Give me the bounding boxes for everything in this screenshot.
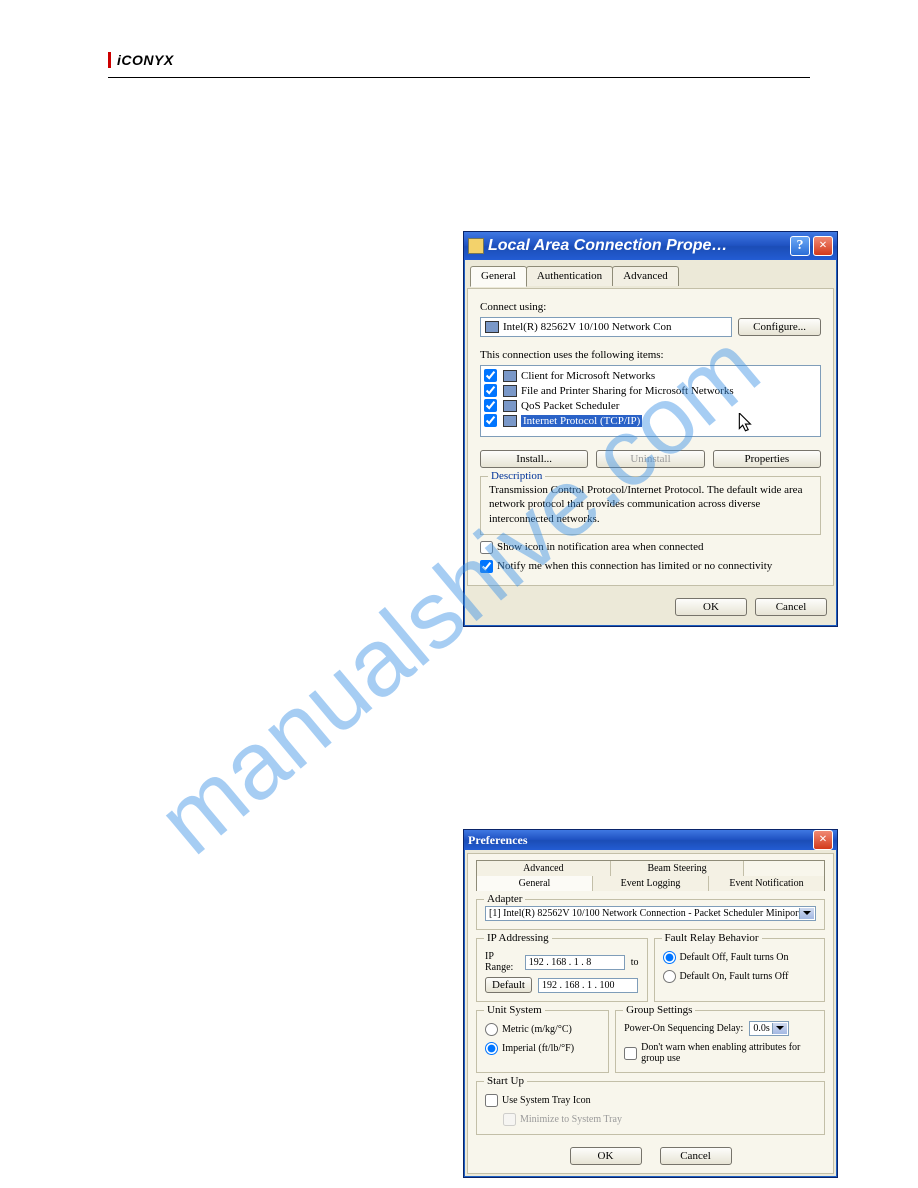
ip-range-input[interactable]: 192 . 168 . 1 . 8: [525, 955, 625, 970]
ok-button[interactable]: OK: [675, 598, 747, 616]
qos-icon: [503, 400, 517, 412]
network-icon: [468, 238, 484, 254]
tab-advanced[interactable]: Advanced: [477, 861, 611, 876]
tab-beam-steering[interactable]: Beam Steering: [611, 861, 745, 876]
item-label: QoS Packet Scheduler: [521, 400, 619, 412]
tray-check[interactable]: [485, 1094, 498, 1107]
tab-general[interactable]: General: [477, 876, 593, 891]
adapter-value: [1] Intel(R) 82562V 10/100 Network Conne…: [489, 908, 801, 919]
item-check[interactable]: [484, 414, 497, 427]
adapter-select[interactable]: [1] Intel(R) 82562V 10/100 Network Conne…: [485, 906, 816, 921]
imperial-label: Imperial (ft/lb/°F): [502, 1043, 574, 1054]
delay-label: Power-On Sequencing Delay:: [624, 1023, 743, 1034]
nic-icon: [485, 321, 499, 333]
fault-off-label: Default Off, Fault turns On: [680, 952, 789, 963]
unit-group: Unit System Metric (m/kg/°C) Imperial (f…: [476, 1010, 609, 1073]
fault-group: Fault Relay Behavior Default Off, Fault …: [654, 938, 826, 1002]
client-icon: [503, 370, 517, 382]
dont-warn-label: Don't warn when enabling attributes for …: [641, 1042, 816, 1064]
items-list[interactable]: Client for Microsoft Networks File and P…: [480, 365, 821, 437]
configure-button[interactable]: Configure...: [738, 318, 821, 336]
list-item[interactable]: QoS Packet Scheduler: [484, 398, 817, 413]
description-title: Description: [488, 470, 545, 482]
tab-advanced[interactable]: Advanced: [612, 266, 679, 286]
unit-title: Unit System: [484, 1004, 545, 1016]
imperial-radio[interactable]: [485, 1042, 498, 1055]
dont-warn-check[interactable]: [624, 1047, 637, 1060]
list-item[interactable]: Internet Protocol (TCP/IP): [484, 413, 817, 428]
item-check[interactable]: [484, 384, 497, 397]
cancel-button[interactable]: Cancel: [755, 598, 827, 616]
tab-authentication[interactable]: Authentication: [526, 266, 613, 286]
description-text: Transmission Control Protocol/Internet P…: [489, 483, 812, 526]
fault-title: Fault Relay Behavior: [662, 932, 762, 944]
logo: iCONYX: [108, 52, 174, 68]
list-item[interactable]: Client for Microsoft Networks: [484, 368, 817, 383]
cancel-button[interactable]: Cancel: [660, 1147, 732, 1165]
prefs-window: Preferences × Advanced Beam Steering Gen…: [463, 829, 838, 1178]
metric-radio[interactable]: [485, 1023, 498, 1036]
ok-button[interactable]: OK: [570, 1147, 642, 1165]
lac-title: Local Area Connection Prope…: [488, 237, 787, 255]
dropdown-icon[interactable]: [772, 1023, 787, 1034]
tab-event-logging[interactable]: Event Logging: [593, 876, 709, 891]
show-icon-check[interactable]: [480, 541, 493, 554]
fault-off-radio[interactable]: [663, 951, 676, 964]
description-group: Description Transmission Control Protoco…: [480, 476, 821, 535]
list-item[interactable]: File and Printer Sharing for Microsoft N…: [484, 383, 817, 398]
adapter-group: Adapter [1] Intel(R) 82562V 10/100 Netwo…: [476, 899, 825, 930]
install-button[interactable]: Install...: [480, 450, 588, 468]
prefs-body: Advanced Beam Steering General Event Log…: [467, 853, 834, 1174]
mouse-cursor-icon: [738, 413, 754, 433]
share-icon: [503, 385, 517, 397]
startup-group: Start Up Use System Tray Icon Minimize t…: [476, 1081, 825, 1135]
prefs-titlebar[interactable]: Preferences ×: [464, 830, 837, 850]
minimize-check: [503, 1113, 516, 1126]
prefs-tabs-row-front: General Event Logging Event Notification: [476, 876, 825, 891]
tcpip-icon: [503, 415, 517, 427]
close-button[interactable]: ×: [813, 236, 833, 256]
items-label: This connection uses the following items…: [480, 349, 821, 361]
item-check[interactable]: [484, 399, 497, 412]
item-label: File and Printer Sharing for Microsoft N…: [521, 385, 734, 397]
ip-title: IP Addressing: [484, 932, 552, 944]
delay-value: 0.0s: [753, 1023, 769, 1034]
properties-button[interactable]: Properties: [713, 450, 821, 468]
prefs-tabs-row-back: Advanced Beam Steering: [476, 860, 825, 876]
to-label: to: [631, 957, 639, 968]
ip-group: IP Addressing IP Range: 192 . 168 . 1 . …: [476, 938, 648, 1002]
close-button[interactable]: ×: [813, 830, 833, 850]
metric-label: Metric (m/kg/°C): [502, 1024, 572, 1035]
lac-tabs: General Authentication Advanced: [470, 266, 831, 286]
show-icon-label: Show icon in notification area when conn…: [497, 541, 704, 553]
adapter-name: Intel(R) 82562V 10/100 Network Con: [503, 321, 671, 333]
notify-check[interactable]: [480, 560, 493, 573]
lac-window: Local Area Connection Prope… ? × General…: [463, 231, 838, 627]
lac-titlebar[interactable]: Local Area Connection Prope… ? ×: [464, 232, 837, 260]
item-check[interactable]: [484, 369, 497, 382]
dropdown-icon[interactable]: [799, 908, 814, 919]
minimize-label: Minimize to System Tray: [520, 1114, 622, 1125]
lac-body: Connect using: Intel(R) 82562V 10/100 Ne…: [467, 288, 834, 586]
help-button[interactable]: ?: [790, 236, 810, 256]
uninstall-button: Uninstall: [596, 450, 704, 468]
tab-general[interactable]: General: [470, 266, 527, 287]
ip-range-label: IP Range:: [485, 951, 519, 973]
startup-title: Start Up: [484, 1075, 527, 1087]
default-ip-input[interactable]: 192 . 168 . 1 . 100: [538, 978, 638, 993]
group-title: Group Settings: [623, 1004, 695, 1016]
notify-label: Notify me when this connection has limit…: [497, 560, 772, 572]
adapter-title: Adapter: [484, 893, 525, 905]
item-label: Client for Microsoft Networks: [521, 370, 655, 382]
default-button[interactable]: Default: [485, 977, 532, 993]
tab-event-notification[interactable]: Event Notification: [709, 876, 824, 891]
tray-label: Use System Tray Icon: [502, 1095, 591, 1106]
fault-on-radio[interactable]: [663, 970, 676, 983]
prefs-title: Preferences: [468, 833, 810, 848]
delay-select[interactable]: 0.0s: [749, 1021, 789, 1036]
group-settings: Group Settings Power-On Sequencing Delay…: [615, 1010, 825, 1073]
fault-on-label: Default On, Fault turns Off: [680, 971, 789, 982]
connect-using-label: Connect using:: [480, 301, 821, 313]
item-label: Internet Protocol (TCP/IP): [521, 415, 642, 427]
